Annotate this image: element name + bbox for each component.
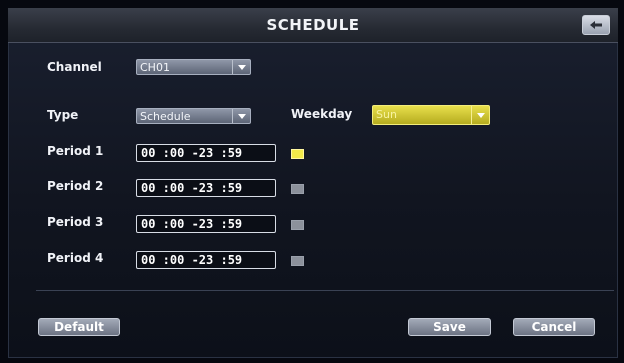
period-1-enable-checkbox[interactable] [291,149,304,159]
title-bar: SCHEDULE [8,8,618,43]
cancel-button[interactable]: Cancel [513,318,595,336]
weekday-label: Weekday [291,107,353,121]
period-3-time-input[interactable]: 00 :00 -23 :59 [136,215,276,233]
weekday-select[interactable]: Sun [372,105,490,125]
channel-value: CH01 [140,61,170,74]
period-1-time-input[interactable]: 00 :00 -23 :59 [136,144,276,162]
type-value: Schedule [140,110,191,123]
period-3-label: Period 3 [47,215,104,229]
schedule-dialog: SCHEDULE Channel CH01 Type Schedule Week… [8,8,618,358]
period-3-enable-checkbox[interactable] [291,220,304,230]
channel-label: Channel [47,60,102,74]
back-arrow-icon [590,21,602,29]
weekday-value: Sun [376,108,397,121]
footer-divider [36,290,614,291]
page-title: SCHEDULE [266,16,360,34]
period-1-label: Period 1 [47,144,104,158]
chevron-down-icon [471,106,489,124]
period-4-enable-checkbox[interactable] [291,256,304,266]
period-2-label: Period 2 [47,179,104,193]
type-label: Type [47,108,79,122]
period-2-enable-checkbox[interactable] [291,184,304,194]
channel-select[interactable]: CH01 [136,59,251,75]
period-4-time-input[interactable]: 00 :00 -23 :59 [136,251,276,269]
default-button[interactable]: Default [38,318,120,336]
chevron-down-icon [232,109,250,123]
period-4-label: Period 4 [47,251,104,265]
save-button[interactable]: Save [408,318,491,336]
chevron-down-icon [232,60,250,74]
type-select[interactable]: Schedule [136,108,251,124]
period-2-time-input[interactable]: 00 :00 -23 :59 [136,179,276,197]
back-button[interactable] [582,15,610,35]
